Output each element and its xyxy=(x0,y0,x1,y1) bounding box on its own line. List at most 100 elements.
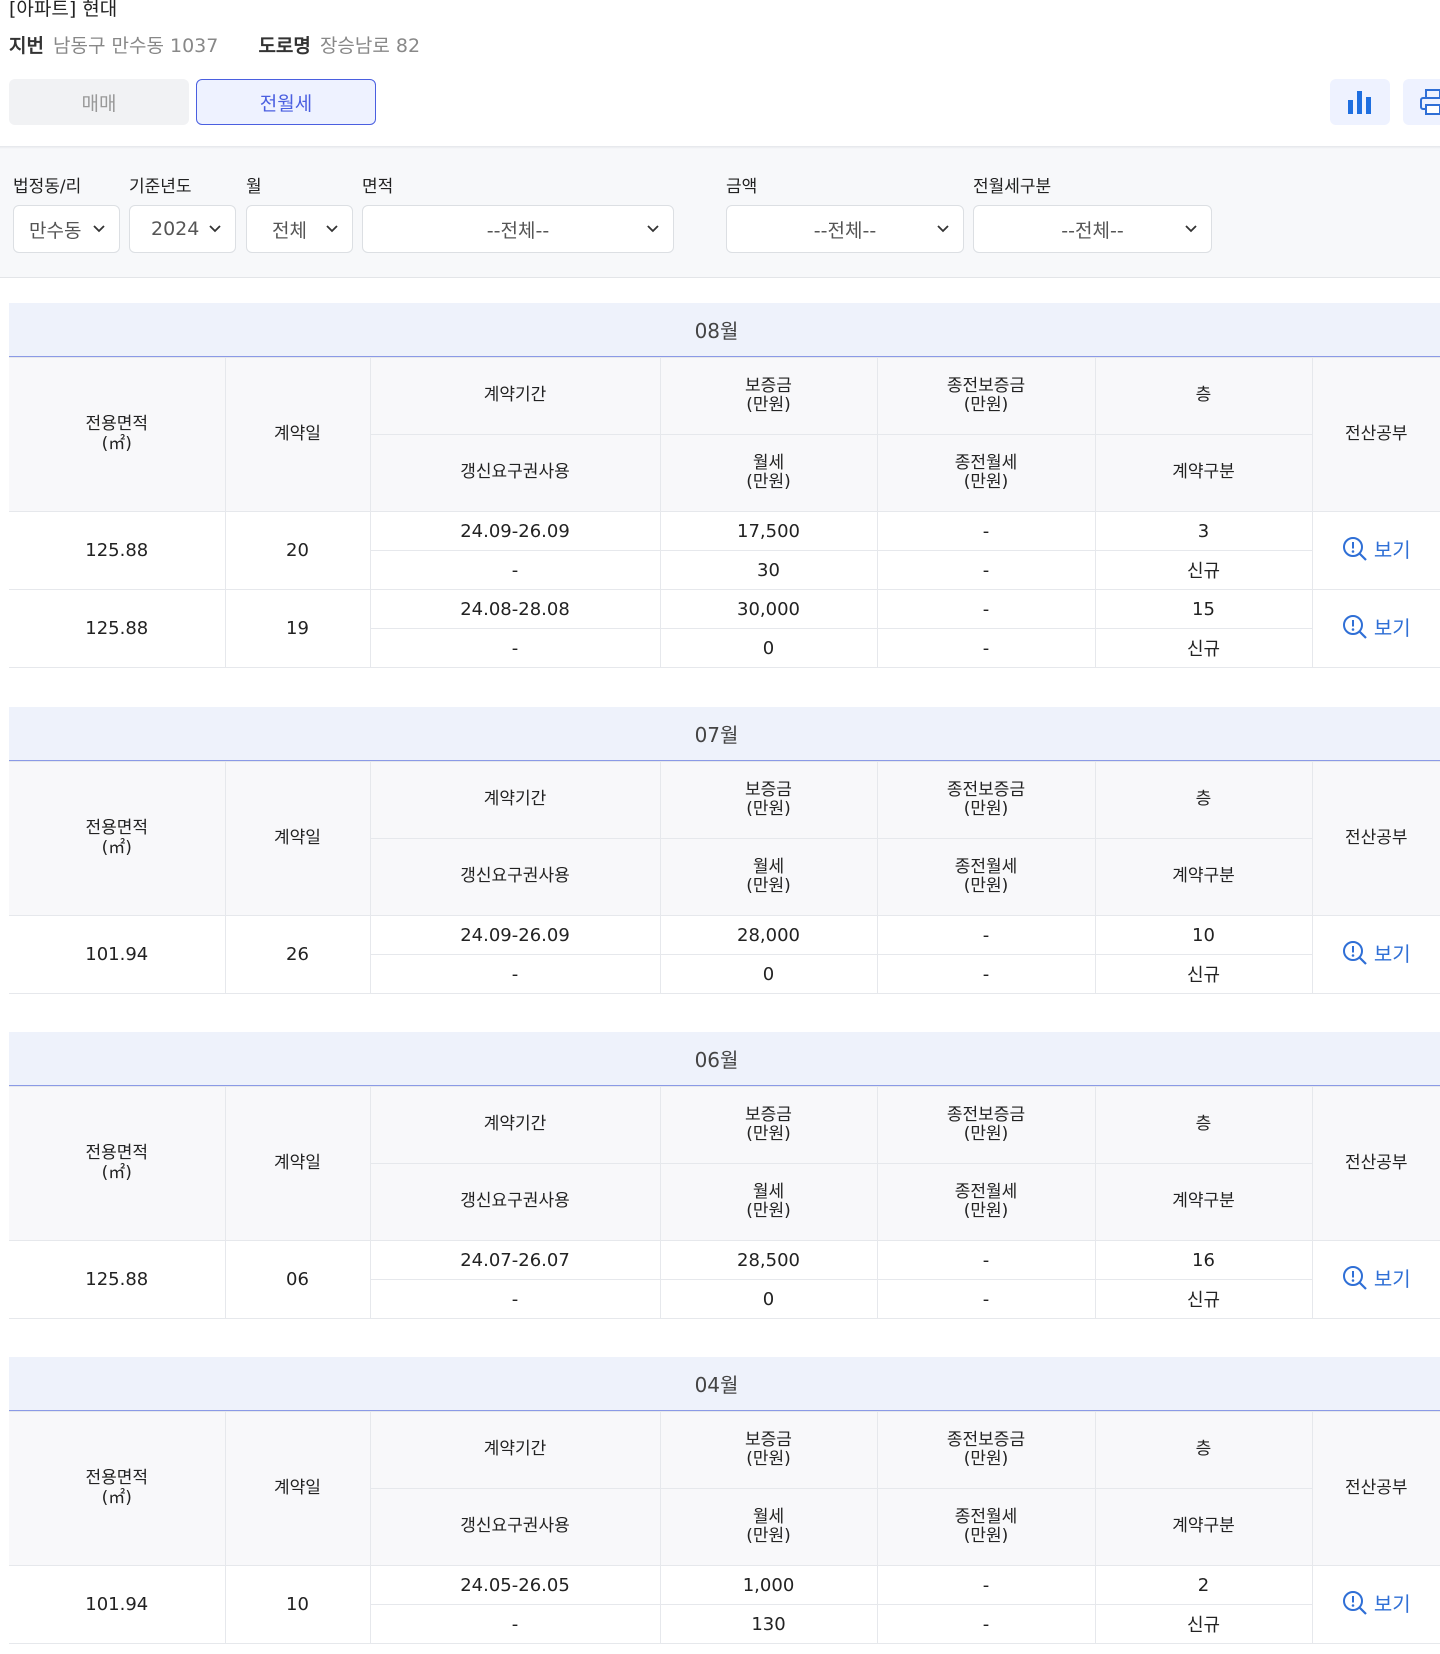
view-label: 보기 xyxy=(1373,1592,1411,1617)
cell-area: 101.94 xyxy=(9,1565,226,1644)
cell-registry: 보기 xyxy=(1311,1240,1440,1319)
month-section: 06월 전용면적 (㎡) 계약일 계약기간 보증금 (만원) 종전보증금 (만원) 층 전산공부 갱신… xyxy=(9,1032,1440,1319)
col-area: 전용면적 (㎡) xyxy=(9,1086,226,1241)
month-section: 08월 전용면적 (㎡) 계약일 계약기간 보증금 (만원) 종전보증금 (만원) 층 전산공부 갱신… xyxy=(9,303,1440,668)
cell-contract-type: 신규 xyxy=(1094,954,1312,994)
view-button[interactable]: 보기 xyxy=(1342,938,1411,967)
col-prev-deposit: 종전보증금 (만원) xyxy=(876,357,1096,435)
col-floor: 층 xyxy=(1094,1411,1313,1489)
col-floor: 층 xyxy=(1094,357,1313,435)
cell-area: 101.94 xyxy=(9,915,226,994)
col-period: 계약기간 xyxy=(369,761,661,839)
year-select-value: 2024 xyxy=(151,218,200,240)
search-alert-icon xyxy=(1342,536,1367,561)
cell-deposit: 1,000 xyxy=(659,1565,878,1605)
cell-period: 24.09-26.09 xyxy=(369,915,661,955)
address-line: 지번 남동구 만수동 1037 도로명 장승남로 82 xyxy=(9,31,420,58)
cell-day: 06 xyxy=(224,1240,371,1319)
cell-registry: 보기 xyxy=(1311,1565,1440,1644)
col-contract-day: 계약일 xyxy=(224,761,371,916)
table-row: 125.88 19 24.08-28.08 30,000-15 보기 xyxy=(9,589,1440,668)
search-alert-icon xyxy=(1342,1590,1367,1615)
cell-monthly: 130 xyxy=(659,1604,878,1644)
cell-monthly: 0 xyxy=(659,628,878,668)
col-period: 계약기간 xyxy=(369,1411,661,1489)
col-contract-type: 계약구분 xyxy=(1094,1163,1312,1241)
col-renewal: 갱신요구권사용 xyxy=(370,1163,661,1241)
area-select[interactable]: --전체-- xyxy=(362,205,674,253)
cell-area: 125.88 xyxy=(9,511,226,590)
print-button[interactable] xyxy=(1403,79,1440,125)
page-title: [아파트] 현대 xyxy=(9,0,118,20)
cell-monthly: 0 xyxy=(659,1279,878,1319)
view-button[interactable]: 보기 xyxy=(1342,1588,1411,1617)
cell-floor: 3 xyxy=(1094,511,1313,551)
cell-monthly: 30 xyxy=(659,550,878,590)
year-label: 기준년도 xyxy=(129,177,192,197)
rent-type-select-value: --전체-- xyxy=(1061,219,1124,242)
cell-prev-deposit: - xyxy=(876,511,1096,551)
col-contract-day: 계약일 xyxy=(224,357,371,512)
col-renewal: 갱신요구권사용 xyxy=(370,1488,661,1566)
view-button[interactable]: 보기 xyxy=(1342,612,1411,641)
transaction-table: 전용면적 (㎡) 계약일 계약기간 보증금 (만원) 종전보증금 (만원) 층 전산공부 갱신요구권… xyxy=(9,1086,1440,1319)
cell-prev-deposit: - xyxy=(876,589,1096,629)
month-select[interactable]: 전체 xyxy=(246,205,353,253)
view-label: 보기 xyxy=(1373,538,1411,563)
col-contract-type: 계약구분 xyxy=(1094,1488,1312,1566)
col-deposit: 보증금 (만원) xyxy=(659,357,878,435)
cell-renewal: - xyxy=(370,1279,661,1319)
year-select[interactable]: 2024 xyxy=(129,205,236,253)
cell-prev-monthly: - xyxy=(876,550,1096,590)
col-prev-monthly: 종전월세 (만원) xyxy=(876,1163,1096,1241)
chart-button[interactable] xyxy=(1330,79,1390,125)
col-period: 계약기간 xyxy=(369,1086,661,1164)
col-deposit: 보증금 (만원) xyxy=(659,1086,878,1164)
col-floor: 층 xyxy=(1094,1086,1313,1164)
col-prev-deposit: 종전보증금 (만원) xyxy=(876,1086,1096,1164)
cell-prev-deposit: - xyxy=(876,1240,1096,1280)
cell-day: 10 xyxy=(224,1565,371,1644)
price-select-value: --전체-- xyxy=(813,219,877,242)
view-button[interactable]: 보기 xyxy=(1342,534,1411,563)
cell-deposit: 30,000 xyxy=(659,589,878,629)
table-row: 101.94 10 24.05-26.05 1,000-2 보기 xyxy=(9,1565,1440,1644)
price-select[interactable]: --전체-- xyxy=(726,205,964,253)
month-title: 07월 xyxy=(9,707,1440,761)
rent-type-select[interactable]: --전체-- xyxy=(973,205,1212,253)
cell-deposit: 28,500 xyxy=(659,1240,878,1280)
col-deposit: 보증금 (만원) xyxy=(659,1411,878,1489)
chevron-down-icon xyxy=(647,225,659,233)
transaction-table: 전용면적 (㎡) 계약일 계약기간 보증금 (만원) 종전보증금 (만원) 층 전산공부 갱신요구권… xyxy=(9,357,1440,668)
area-select-value: --전체-- xyxy=(486,219,550,242)
view-button[interactable]: 보기 xyxy=(1342,1263,1411,1292)
area-label: 면적 xyxy=(362,177,394,197)
cell-deposit: 28,000 xyxy=(659,915,878,955)
bar-chart-icon xyxy=(1348,91,1371,114)
cell-period: 24.09-26.09 xyxy=(369,511,661,551)
tab-sale[interactable]: 매매 xyxy=(9,79,189,125)
col-monthly: 월세 (만원) xyxy=(659,434,878,512)
col-monthly: 월세 (만원) xyxy=(659,1488,878,1566)
cell-registry: 보기 xyxy=(1311,511,1440,590)
col-prev-monthly: 종전월세 (만원) xyxy=(876,838,1096,916)
chevron-down-icon xyxy=(209,225,221,233)
cell-contract-type: 신규 xyxy=(1094,550,1312,590)
chevron-down-icon xyxy=(1185,225,1197,233)
page-header: [아파트] 현대 지번 남동구 만수동 1037 도로명 장승남로 82 매매 … xyxy=(0,0,1440,149)
dong-select[interactable]: 만수동 xyxy=(13,205,120,253)
col-registry: 전산공부 xyxy=(1311,1086,1440,1241)
cell-renewal: - xyxy=(370,954,661,994)
cell-floor: 15 xyxy=(1094,589,1313,629)
cell-renewal: - xyxy=(370,628,661,668)
tab-rent[interactable]: 전월세 xyxy=(196,79,376,125)
view-label: 보기 xyxy=(1373,616,1411,641)
cell-period: 24.08-28.08 xyxy=(369,589,661,629)
cell-contract-type: 신규 xyxy=(1094,1604,1312,1644)
month-title: 06월 xyxy=(9,1032,1440,1086)
month-title: 04월 xyxy=(9,1357,1440,1411)
cell-prev-monthly: - xyxy=(876,1604,1096,1644)
month-section: 04월 전용면적 (㎡) 계약일 계약기간 보증금 (만원) 종전보증금 (만원) 층 전산공부 갱신… xyxy=(9,1357,1440,1644)
chevron-down-icon xyxy=(326,225,338,233)
transaction-table: 전용면적 (㎡) 계약일 계약기간 보증금 (만원) 종전보증금 (만원) 층 전산공부 갱신요구권… xyxy=(9,1411,1440,1644)
